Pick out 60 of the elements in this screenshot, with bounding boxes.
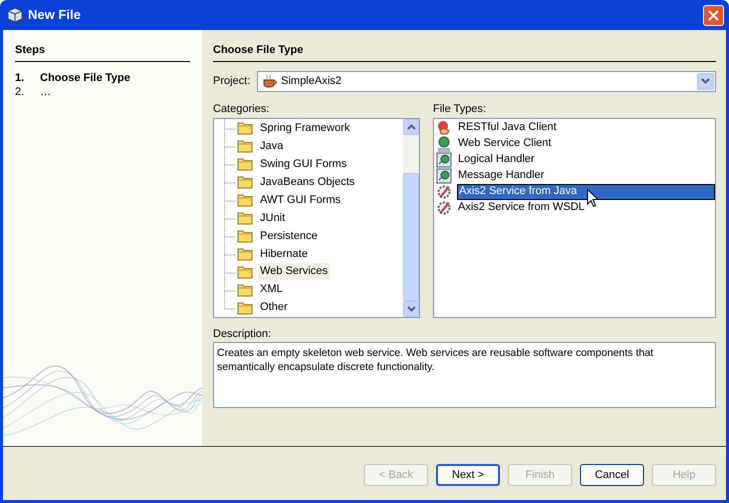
folder-icon	[237, 264, 254, 279]
category-item[interactable]: JavaBeans Objects	[258, 174, 357, 191]
scrollbar[interactable]	[403, 118, 419, 316]
dialog-button[interactable]: Cancel	[580, 464, 644, 486]
dropdown-arrow-button[interactable]	[697, 72, 714, 90]
file-types-label: File Types:	[433, 102, 487, 116]
window-title: New File	[28, 6, 82, 24]
globe-icon	[436, 136, 452, 152]
chevron-up-icon	[406, 124, 416, 130]
panel-heading: Choose File Type	[213, 42, 716, 62]
folder-icon	[237, 246, 254, 261]
category-item[interactable]: Web Services	[258, 263, 330, 280]
folder-icon	[237, 121, 254, 136]
close-icon	[708, 10, 719, 20]
close-button[interactable]	[703, 4, 724, 26]
folder-icon	[237, 282, 254, 297]
file-type-item[interactable]: Axis2 Service from WSDL	[457, 200, 715, 216]
folder-icon	[237, 175, 254, 190]
category-item[interactable]: Hibernate	[258, 245, 310, 262]
step-number: 1.	[15, 71, 26, 86]
folder-icon	[237, 300, 254, 315]
pointer-icon	[587, 188, 599, 208]
folder-icon	[237, 228, 254, 243]
category-item[interactable]: JUnit	[258, 209, 288, 226]
gear-icon	[436, 184, 452, 200]
category-item[interactable]: Java	[258, 138, 286, 155]
category-item[interactable]: Spring Framework	[258, 120, 352, 137]
file-type-item[interactable]: Message Handler	[457, 168, 715, 184]
hand-icon	[436, 120, 452, 136]
description-label: Description:	[213, 328, 272, 340]
folder-icon	[237, 193, 254, 208]
description-text: Creates an empty skeleton web service. Web services are reusable software components that semantically encapsulate discrete functionality.	[213, 342, 716, 408]
folder-icon	[237, 210, 254, 225]
categories-label: Categories:	[213, 102, 270, 116]
category-item[interactable]: Swing GUI Forms	[258, 156, 349, 173]
project-label: Project:	[213, 74, 252, 89]
category-item[interactable]: XML	[258, 281, 285, 298]
file-type-item[interactable]: RESTful Java Client	[457, 120, 715, 136]
chevron-down-icon	[701, 78, 710, 84]
gear-icon	[436, 200, 452, 216]
chevron-down-icon	[406, 306, 416, 312]
step-label: …	[40, 85, 51, 100]
file-type-item[interactable]: Logical Handler	[457, 152, 715, 168]
step-label: Choose File Type	[40, 71, 130, 86]
cube-icon	[7, 7, 23, 23]
steps-heading: Steps	[15, 42, 190, 62]
handler-icon	[436, 168, 452, 184]
category-item[interactable]: Persistence	[258, 227, 320, 244]
handler-icon	[436, 152, 452, 168]
category-item[interactable]: AWT GUI Forms	[258, 192, 343, 209]
project-value: SimpleAxis2	[281, 74, 343, 89]
file-type-item[interactable]: Axis2 Service from Java	[457, 184, 715, 200]
dialog-button[interactable]: Next >	[436, 464, 500, 486]
step-number: 2.	[15, 85, 26, 100]
project-dropdown[interactable]: SimpleAxis2	[257, 70, 716, 92]
folder-icon	[237, 139, 254, 154]
coffee-cup-icon	[262, 74, 278, 88]
folder-icon	[237, 157, 254, 172]
file-type-item[interactable]: Web Service Client	[457, 136, 715, 152]
category-item[interactable]: Other	[258, 299, 290, 316]
